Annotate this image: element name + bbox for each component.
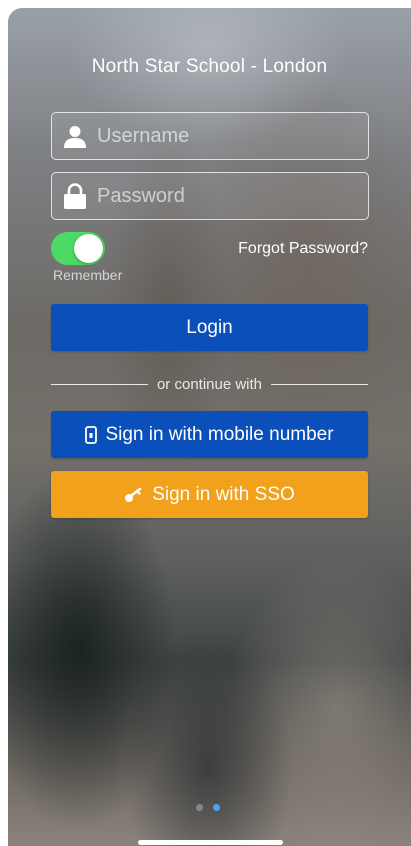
password-input[interactable] bbox=[97, 184, 368, 208]
divider-line-left bbox=[51, 383, 148, 385]
key-icon bbox=[124, 487, 144, 503]
sign-in-sso-button[interactable]: Sign in with SSO bbox=[51, 471, 368, 518]
forgot-password-link[interactable]: Forgot Password? bbox=[238, 240, 368, 258]
username-input[interactable] bbox=[97, 124, 368, 148]
home-indicator[interactable] bbox=[138, 840, 283, 845]
sign-in-mobile-button[interactable]: Sign in with mobile number bbox=[51, 411, 368, 458]
login-button[interactable]: Login bbox=[51, 304, 368, 351]
continue-with-divider: or continue with bbox=[51, 374, 368, 394]
username-field[interactable] bbox=[51, 112, 369, 160]
sign-in-mobile-label: Sign in with mobile number bbox=[105, 423, 334, 445]
page-dot-1[interactable] bbox=[196, 804, 203, 811]
school-title: North Star School - London bbox=[91, 56, 328, 77]
lock-icon bbox=[62, 183, 88, 209]
password-field[interactable] bbox=[51, 172, 369, 220]
user-icon bbox=[62, 123, 88, 149]
remember-label: Remember bbox=[53, 267, 123, 283]
toggle-knob bbox=[74, 234, 103, 263]
login-screen: North Star School - London Remember Forg… bbox=[8, 8, 411, 846]
remember-toggle[interactable] bbox=[51, 232, 105, 265]
divider-text: or continue with bbox=[156, 375, 263, 393]
page-indicator bbox=[196, 804, 220, 811]
divider-line-right bbox=[271, 383, 368, 385]
login-button-label: Login bbox=[186, 316, 233, 338]
mobile-phone-icon bbox=[85, 425, 98, 444]
sign-in-sso-label: Sign in with SSO bbox=[152, 483, 295, 505]
page-dot-2[interactable] bbox=[213, 804, 220, 811]
